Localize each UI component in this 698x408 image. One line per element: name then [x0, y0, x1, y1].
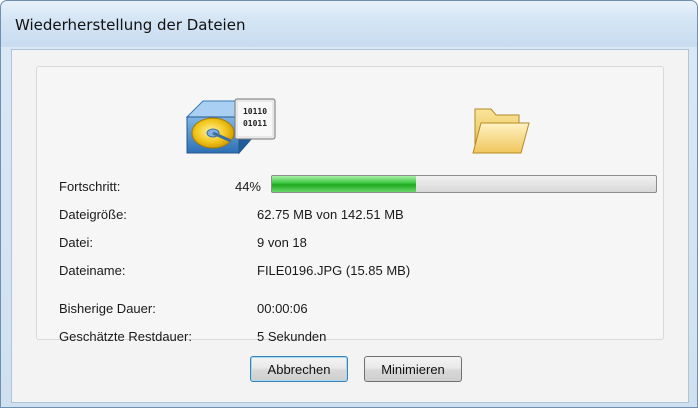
binary-line-1: 10110 [243, 107, 267, 116]
file-count-value: 9 von 18 [257, 235, 307, 250]
remaining-time-label: Geschätzte Restdauer: [59, 329, 192, 344]
cancel-button[interactable]: Abbrechen [250, 356, 348, 382]
file-count-label: Datei: [59, 235, 93, 250]
file-name-value: FILE0196.JPG (15.85 MB) [257, 263, 411, 278]
elapsed-time-label: Bisherige Dauer: [59, 301, 156, 316]
title-bar[interactable]: Wiederherstellung der Dateien [1, 1, 697, 47]
file-size-value: 62.75 MB von 142.51 MB [257, 207, 404, 222]
progress-bar [271, 175, 657, 193]
window-title: Wiederherstellung der Dateien [15, 16, 246, 34]
recovery-dialog: Wiederherstellung der Dateien 10110 0101… [0, 0, 698, 408]
binary-line-2: 01011 [243, 119, 267, 128]
dialog-body: 10110 01011 Fortschritt: 44% Dateigröße:… [11, 49, 689, 403]
hard-disk-binary-icon: 10110 01011 [185, 98, 276, 155]
progress-panel: 10110 01011 Fortschritt: 44% Dateigröße:… [36, 66, 664, 344]
remaining-time-value: 5 Sekunden [257, 329, 327, 344]
progress-percent: 44% [234, 179, 261, 194]
progress-bar-fill [272, 176, 417, 192]
minimize-button[interactable]: Minimieren [364, 356, 462, 382]
elapsed-time-value: 00:00:06 [257, 301, 308, 316]
progress-label: Fortschritt: [59, 179, 121, 194]
file-size-label: Dateigröße: [59, 207, 127, 222]
file-name-label: Dateiname: [59, 263, 126, 278]
open-folder-icon [472, 108, 530, 154]
